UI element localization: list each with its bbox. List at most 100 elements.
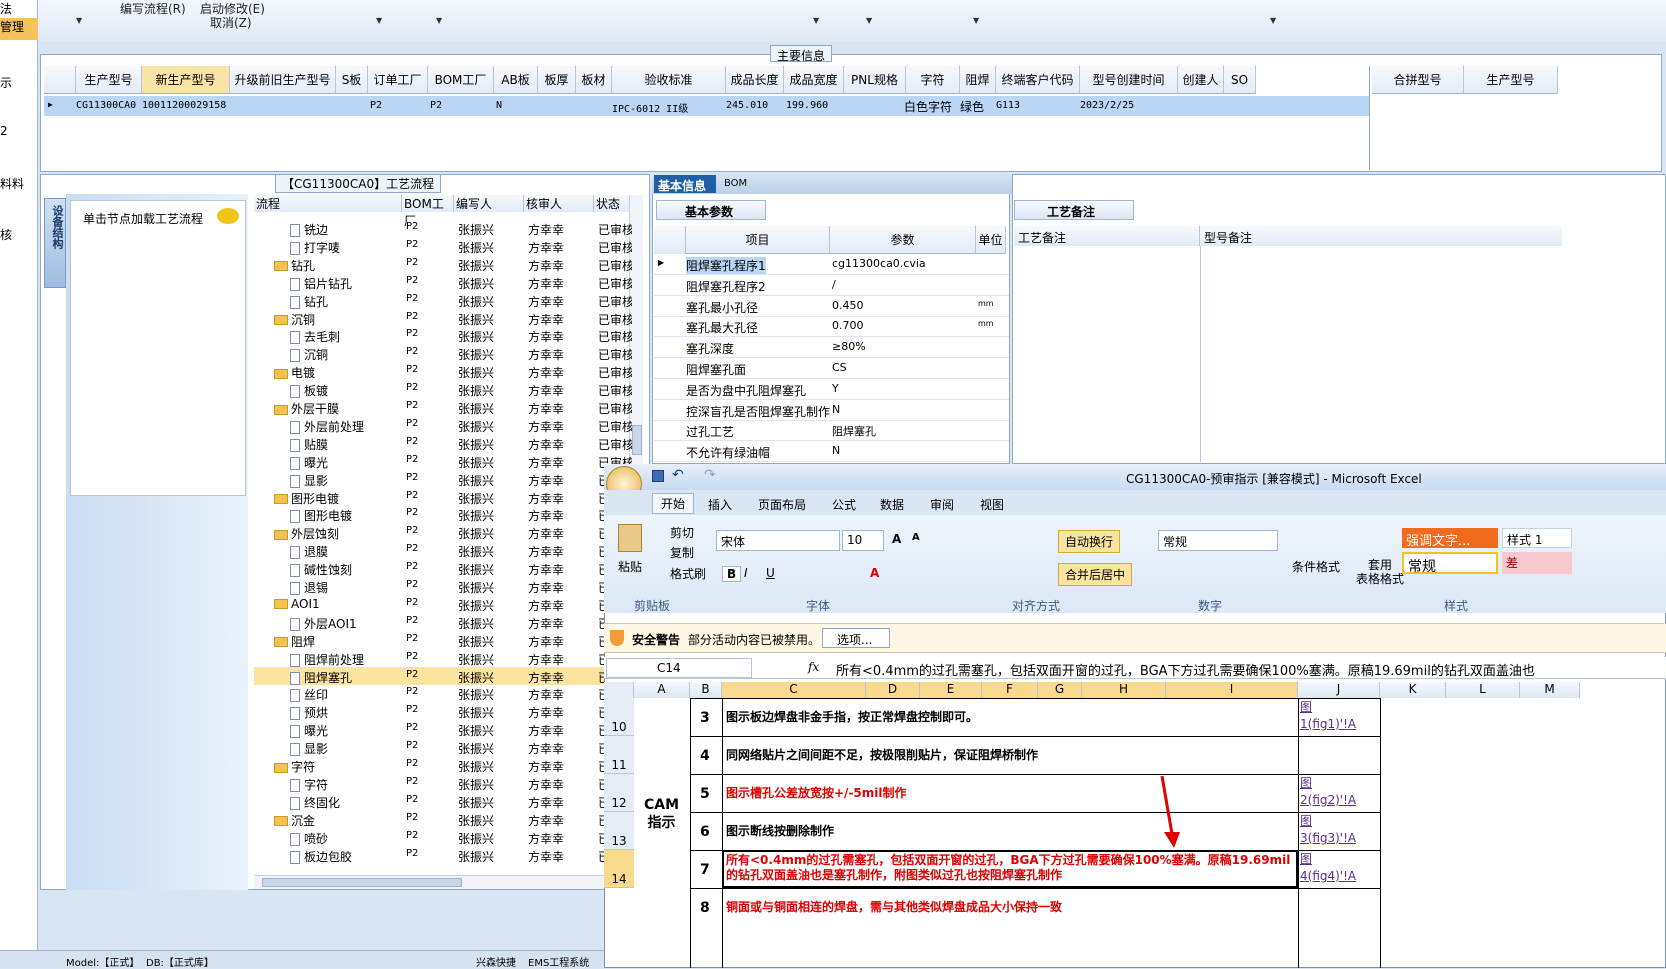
tree-row[interactable]: 沉铜 P2 张振兴 方幸幸 已审核 [254, 344, 634, 363]
left-nav-item[interactable]: 料料 [0, 175, 24, 192]
tree-row[interactable]: 阻焊前处理P2张振兴方幸幸已审核 [254, 649, 634, 667]
left-nav-item[interactable]: 示 [0, 74, 12, 91]
column-header[interactable]: 流程 [254, 195, 402, 212]
dropdown-arrow-icon[interactable]: ▼ [813, 16, 819, 25]
column-header[interactable]: BOM工厂 [428, 66, 494, 94]
column-header[interactable]: K [1380, 682, 1446, 698]
param-row[interactable]: 塞孔最大孔径 0.700 mm [654, 316, 1009, 338]
tree-row[interactable]: 图形电镀P2张振兴方幸幸已审核 [254, 488, 634, 506]
conditional-format-button[interactable]: 条件格式 [1292, 558, 1340, 575]
param-row[interactable]: 过孔工艺 阻焊塞孔 [654, 420, 1009, 442]
column-header[interactable]: B [690, 682, 722, 698]
tree-row[interactable]: 字符P2张振兴方幸幸已审核 [254, 774, 634, 792]
instruction-text[interactable]: 铜面或与铜面相连的焊盘，需与其他类似焊盘成品大小保持一致 [726, 900, 1294, 915]
side-tab-equipment[interactable]: 设备结构 [44, 198, 66, 288]
param-value[interactable]: N [832, 444, 840, 457]
left-nav-item[interactable]: 法 [0, 0, 12, 17]
column-header[interactable]: 升级前旧生产型号 [230, 66, 336, 94]
ribbon-tab[interactable]: 数据 [880, 496, 904, 513]
param-row[interactable]: 塞孔最小孔径 0.450 mm [654, 296, 1009, 317]
tree-row[interactable]: 钻孔 P2 张振兴 方幸幸 已审核 [254, 255, 634, 273]
tab-basic-info[interactable]: 基本信息 [654, 175, 716, 193]
tree-row[interactable]: 阻焊P2张振兴方幸幸已审核 [254, 631, 634, 649]
column-header[interactable]: SO [1224, 66, 1256, 94]
cut-button[interactable]: 剪切 [670, 524, 694, 541]
tree-row[interactable]: 退膜P2张振兴方幸幸已审核 [254, 541, 634, 560]
tree-row[interactable]: 显影P2张振兴方幸幸已审核 [254, 738, 634, 757]
tree-row[interactable]: 去毛刺 P2 张振兴 方幸幸 已审核 [254, 326, 634, 345]
format-as-table-button[interactable]: 套用 表格格式 [1356, 558, 1404, 586]
function-icon[interactable]: fx [808, 660, 819, 674]
column-header[interactable]: 单位 [976, 226, 1006, 254]
tree-row[interactable]: 丝印P2张振兴方幸幸已审核 [254, 684, 634, 703]
column-header[interactable]: PNL规格 [844, 66, 906, 94]
column-header[interactable]: 核审人 [524, 195, 594, 212]
column-header[interactable]: G [1038, 682, 1082, 698]
tab-bom[interactable]: BOM [724, 178, 747, 189]
tree-row[interactable]: 外层前处理 P2 张振兴 方幸幸 已审核 [254, 416, 634, 434]
ribbon-tab[interactable]: 页面布局 [758, 496, 806, 513]
ribbon-tab[interactable]: 插入 [708, 496, 732, 513]
instruction-text[interactable]: 图示断线按删除制作 [726, 824, 1294, 839]
left-nav-item[interactable]: 核 [0, 226, 12, 243]
font-color-icon[interactable]: A [870, 566, 879, 580]
column-header[interactable]: D [866, 682, 920, 698]
style-1[interactable]: 样式 1 [1502, 528, 1572, 548]
column-header[interactable]: M [1520, 682, 1580, 698]
column-header[interactable]: 合拼型号 [1372, 66, 1464, 94]
column-header[interactable]: 型号备注 [1200, 226, 1562, 246]
param-row[interactable]: 阻焊塞孔面 CS [654, 358, 1009, 379]
column-header[interactable]: 板材 [576, 66, 612, 94]
copy-button[interactable]: 复制 [670, 544, 694, 561]
tree-row[interactable]: 打字唛 P2 张振兴 方幸幸 已审核 [254, 237, 634, 255]
tree-row[interactable]: 显影P2张振兴方幸幸已审核 [254, 470, 634, 488]
figure-link[interactable]: 图 3(fig3)'!A [1300, 813, 1356, 847]
column-header[interactable]: 新生产型号 [142, 66, 230, 94]
tree-row[interactable]: 终固化P2张振兴方幸幸已审核 [254, 792, 634, 810]
tree-row[interactable]: 沉金P2张振兴方幸幸已审核 [254, 810, 634, 828]
column-header[interactable]: 订单工厂 [368, 66, 428, 94]
write-process-button[interactable]: 编写流程(R) [120, 0, 186, 17]
tree-row[interactable]: 电镀 P2 张振兴 方幸幸 已审核 [254, 362, 634, 380]
instruction-text[interactable]: 图示槽孔公差放宽按+/-5mil制作 [726, 786, 1294, 801]
dropdown-arrow-icon[interactable]: ▼ [973, 16, 979, 25]
left-nav-item[interactable]: 2 [0, 124, 8, 138]
tree-row[interactable]: 曝光P2张振兴方幸幸已审核 [254, 720, 634, 739]
param-row[interactable]: 塞孔深度 ≥80% [654, 337, 1009, 359]
param-value[interactable]: CS [832, 361, 847, 374]
column-header[interactable]: 生产型号 [76, 66, 142, 94]
save-icon[interactable] [652, 470, 664, 482]
dropdown-arrow-icon[interactable]: ▼ [376, 16, 382, 25]
column-header[interactable]: 生产型号 [1464, 66, 1558, 94]
column-header[interactable]: AB板 [494, 66, 538, 94]
instruction-text[interactable]: 图示板边焊盘非金手指，按正常焊盘控制即可。 [726, 710, 1294, 725]
dropdown-arrow-icon[interactable]: ▼ [436, 16, 442, 25]
tree-row[interactable]: 喷砂P2张振兴方幸幸已审核 [254, 828, 634, 846]
tree-row[interactable]: 贴膜 P2 张振兴 方幸幸 已审核 [254, 434, 634, 452]
comment-icon[interactable] [217, 208, 239, 224]
format-painter-button[interactable]: 格式刷 [670, 565, 706, 582]
param-row[interactable]: 是否为盘中孔阻焊塞孔 Y [654, 379, 1009, 400]
dropdown-arrow-icon[interactable]: ▼ [76, 16, 82, 25]
ribbon-tab[interactable]: 开始 [652, 493, 695, 514]
row-header[interactable]: 11 [604, 736, 634, 774]
column-header[interactable]: 成品长度 [726, 66, 784, 94]
column-header[interactable]: 终端客户代码 [996, 66, 1080, 94]
grow-font-icon[interactable]: A [892, 532, 901, 546]
column-header[interactable]: 参数 [830, 226, 976, 254]
param-value[interactable]: ≥80% [832, 340, 866, 353]
paste-button[interactable]: 粘贴 [618, 558, 642, 575]
tree-row[interactable]: 钻孔 P2 张振兴 方幸幸 已审核 [254, 291, 634, 309]
column-header[interactable]: 工艺备注 [1014, 226, 1200, 246]
instruction-text[interactable]: 同网络贴片之间间距不足，按极限削贴片，保证阻焊桥制作 [726, 748, 1294, 763]
bold-button[interactable]: B [722, 566, 742, 582]
param-row[interactable]: ▶ 阻焊塞孔程序1 cg11300ca0.cvia [654, 254, 1009, 275]
param-value[interactable]: 阻焊塞孔 [832, 423, 876, 439]
tree-row[interactable]: 外层AOI1P2张振兴方幸幸已审核 [254, 613, 634, 631]
tree-row[interactable]: 碱性蚀刻P2张振兴方幸幸已审核 [254, 559, 634, 578]
undo-icon[interactable]: ↶ [672, 467, 684, 483]
column-header[interactable]: F [982, 682, 1038, 698]
param-row[interactable]: 阻焊塞孔程序2 / [654, 275, 1009, 296]
param-value[interactable]: Y [832, 382, 839, 395]
tab-process-notes[interactable]: 工艺备注 [1014, 200, 1134, 220]
